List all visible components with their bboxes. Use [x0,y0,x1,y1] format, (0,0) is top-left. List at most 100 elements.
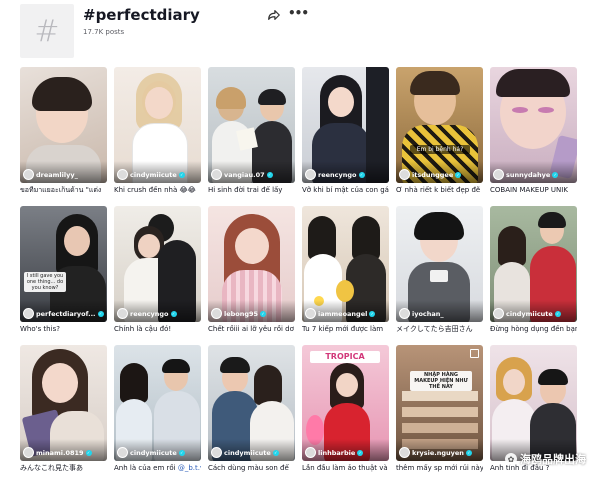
video-author[interactable]: krysie.nguyen ✓ [399,447,472,458]
hashtag-header: # #perfectdiary 17.7K posts ••• [20,4,580,60]
avatar-icon [305,308,316,319]
avatar-icon [399,447,410,458]
video-thumbnail[interactable]: iammeoangel ✓ [302,206,389,322]
video-thumbnail[interactable]: cindymiicute ✓ [114,345,201,461]
video-author[interactable]: dreamlilyy_ [23,169,78,180]
caption-text: Khi crush đến nhà [114,186,178,194]
video-thumbnail[interactable]: vangiau.07 ✓ [208,67,295,183]
author-name: reencyngo [130,309,169,318]
caption-text: Chết rồiii ai lỡ yêu rồi dơ [208,325,294,333]
posts-count: 17.7K posts [83,28,125,36]
video-thumbnail[interactable]: cindymiicute ✓ [114,67,201,183]
video-caption[interactable]: Khi crush đến nhà 😂😂 [114,186,201,195]
video-card[interactable]: minami.0819 ✓ みんなこれ見た事あ [20,345,107,473]
video-author[interactable]: cindymiicute ✓ [493,308,561,319]
video-caption[interactable]: Ở nhà riết k biết đẹp đẽ [396,186,483,195]
video-thumbnail[interactable]: reencyngo ✓ [114,206,201,322]
video-card[interactable]: I still gave you one thing... do you kno… [20,206,107,334]
video-caption[interactable]: Vỡ khi bí mật của con gái [302,186,389,195]
video-card[interactable]: NHẬP HÀNG MAKEUP HIỆN NHƯ THẾ NÀY krysie… [396,345,483,473]
video-caption[interactable]: Chính là cậu đó! [114,325,201,334]
video-caption[interactable]: Hi sinh đời trai để lấy [208,186,295,195]
video-thumbnail[interactable]: I still gave you one thing... do you kno… [20,206,107,322]
video-author[interactable]: iyochan_ [399,308,444,319]
author-name: cindymiicute [130,170,177,179]
verified-badge-icon: ✓ [266,171,273,178]
video-card[interactable]: iammeoangel ✓ Tu 7 kiếp mới được làm [302,206,389,334]
caption-text: Who's this? [20,325,60,333]
video-author[interactable]: minami.0819 ✓ [23,447,92,458]
video-author[interactable]: sunnydahye ✓ [493,169,559,180]
video-thumbnail[interactable]: TROPICA linhbarbie ✓ [302,345,389,461]
video-thumbnail[interactable]: sunnydahye ✓ [490,67,577,183]
video-author[interactable]: linhbarbie ✓ [305,447,364,458]
video-caption[interactable]: ขอทีมาแยอะเก็นด้าน "แต่ง [20,186,107,195]
video-caption[interactable]: Anh là của em rồi @_b.t.v [114,464,201,473]
wechat-logo-icon: ✿ [505,453,517,465]
video-card[interactable]: cindymiicute ✓ Khi crush đến nhà 😂😂 [114,67,201,195]
video-caption[interactable]: Chết rồiii ai lỡ yêu rồi dơ [208,325,295,334]
video-thumbnail[interactable]: NHẬP HÀNG MAKEUP HIỆN NHƯ THẾ NÀY krysie… [396,345,483,461]
avatar-icon [23,169,34,180]
photo-mode-icon [470,349,479,358]
video-author[interactable]: iammeoangel ✓ [305,308,376,319]
avatar-icon [117,169,128,180]
video-caption[interactable]: thêm mấy sp mới rủi này [396,464,483,473]
video-overlay-text: TROPICA [310,351,380,363]
video-caption[interactable]: Who's this? [20,325,107,334]
more-horizontal-icon[interactable]: ••• [288,6,309,20]
video-thumbnail[interactable]: Em bị bệnh hả? itsdunggee ✓ [396,67,483,183]
video-author[interactable]: cindymiicute ✓ [211,447,279,458]
video-card[interactable]: sunnydahye ✓ COBAIN MAKEUP UNIK [490,67,577,195]
video-card[interactable]: cindymiicute ✓ Đừng hòng dụng đến bạn [490,206,577,334]
video-caption[interactable]: みんなこれ見た事あ [20,464,107,473]
video-author[interactable]: itsdunggee ✓ [399,169,462,180]
caption-text: Vỡ khi bí mật của con gái [302,186,389,194]
video-card[interactable]: iyochan_ メイクしてたら吉田さん [396,206,483,334]
video-card[interactable]: dreamlilyy_ ขอทีมาแยอะเก็นด้าน "แต่ง [20,67,107,195]
verified-badge-icon: ✓ [178,171,185,178]
video-card[interactable]: reencyngo ✓ Vỡ khi bí mật của con gái [302,67,389,195]
video-card[interactable]: cindymiicute ✓ Cách dùng màu son để [208,345,295,473]
avatar-icon [211,169,222,180]
video-thumbnail[interactable] [490,345,577,461]
video-thumbnail[interactable]: reencyngo ✓ [302,67,389,183]
caption-mention-link[interactable]: @_b.t.v [178,464,201,472]
video-caption[interactable]: Đừng hòng dụng đến bạn [490,325,577,334]
avatar-icon [305,169,316,180]
verified-badge-icon: ✓ [554,310,561,317]
video-caption[interactable]: Cách dùng màu son để [208,464,295,473]
video-card[interactable]: TROPICA linhbarbie ✓ Lần đầu làm ảo thuậ… [302,345,389,473]
video-author[interactable]: cindymiicute ✓ [117,447,185,458]
video-thumbnail[interactable]: cindymiicute ✓ [490,206,577,322]
video-thumbnail[interactable]: dreamlilyy_ [20,67,107,183]
video-card[interactable]: reencyngo ✓ Chính là cậu đó! [114,206,201,334]
video-caption[interactable]: COBAIN MAKEUP UNIK [490,186,577,195]
video-caption[interactable]: Lần đầu làm ảo thuật và [302,464,389,473]
video-caption[interactable]: メイクしてたら吉田さん [396,325,483,334]
video-author[interactable]: reencyngo ✓ [305,169,365,180]
caption-text: Tu 7 kiếp mới được làm [302,325,384,333]
video-thumbnail[interactable]: lebong95 ✓ [208,206,295,322]
video-card[interactable]: vangiau.07 ✓ Hi sinh đời trai để lấy [208,67,295,195]
author-name: iammeoangel [318,309,368,318]
verified-badge-icon: ✓ [260,310,267,317]
video-card[interactable]: lebong95 ✓ Chết rồiii ai lỡ yêu rồi dơ [208,206,295,334]
video-author[interactable]: reencyngo ✓ [117,308,177,319]
video-author[interactable]: perfectdiaryof... ✓ [23,308,104,319]
avatar-icon [117,447,128,458]
video-author[interactable]: lebong95 ✓ [211,308,267,319]
share-arrow-icon[interactable] [267,8,281,22]
video-card[interactable]: Em bị bệnh hả? itsdunggee ✓ Ở nhà riết k… [396,67,483,195]
avatar-icon [117,308,128,319]
video-thumbnail[interactable]: minami.0819 ✓ [20,345,107,461]
video-caption[interactable]: Tu 7 kiếp mới được làm [302,325,389,334]
caption-text: Anh là của em rồi [114,464,176,472]
video-thumbnail[interactable]: iyochan_ [396,206,483,322]
video-card[interactable]: cindymiicute ✓ Anh là của em rồi @_b.t.v [114,345,201,473]
video-thumbnail[interactable]: cindymiicute ✓ [208,345,295,461]
avatar-icon [493,169,504,180]
video-author[interactable]: cindymiicute ✓ [117,169,185,180]
avatar-icon [305,447,316,458]
video-author[interactable]: vangiau.07 ✓ [211,169,273,180]
